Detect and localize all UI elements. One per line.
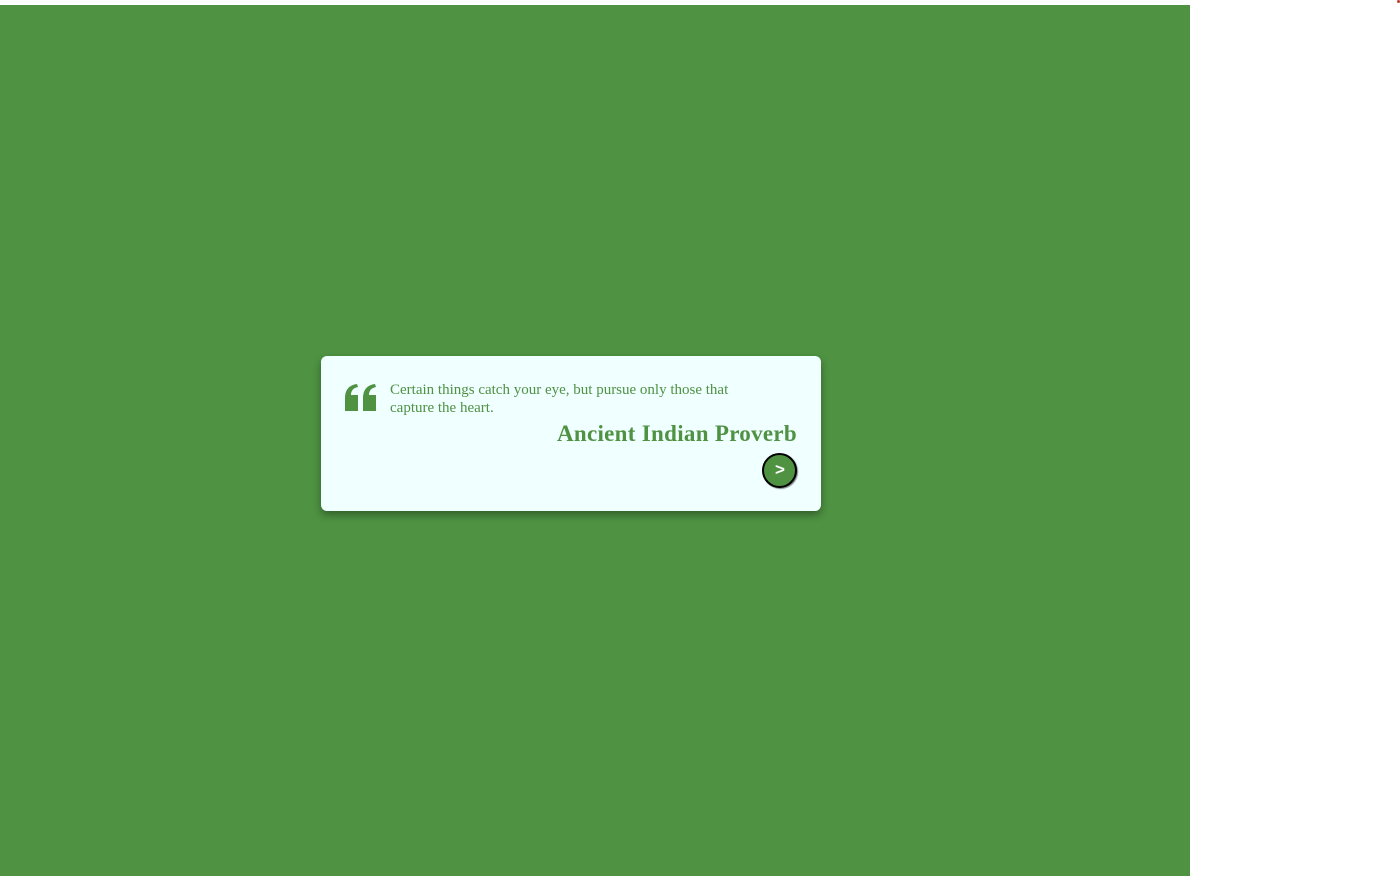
quote-row: Certain things catch your eye, but pursu…	[345, 380, 797, 417]
next-quote-button[interactable]: >	[762, 453, 797, 488]
quote-text: Certain things catch your eye, but pursu…	[390, 382, 729, 416]
quote-card: Certain things catch your eye, but pursu…	[321, 356, 821, 511]
quote-author: Ancient Indian Proverb	[556, 421, 797, 446]
quote-left-icon	[345, 384, 379, 414]
